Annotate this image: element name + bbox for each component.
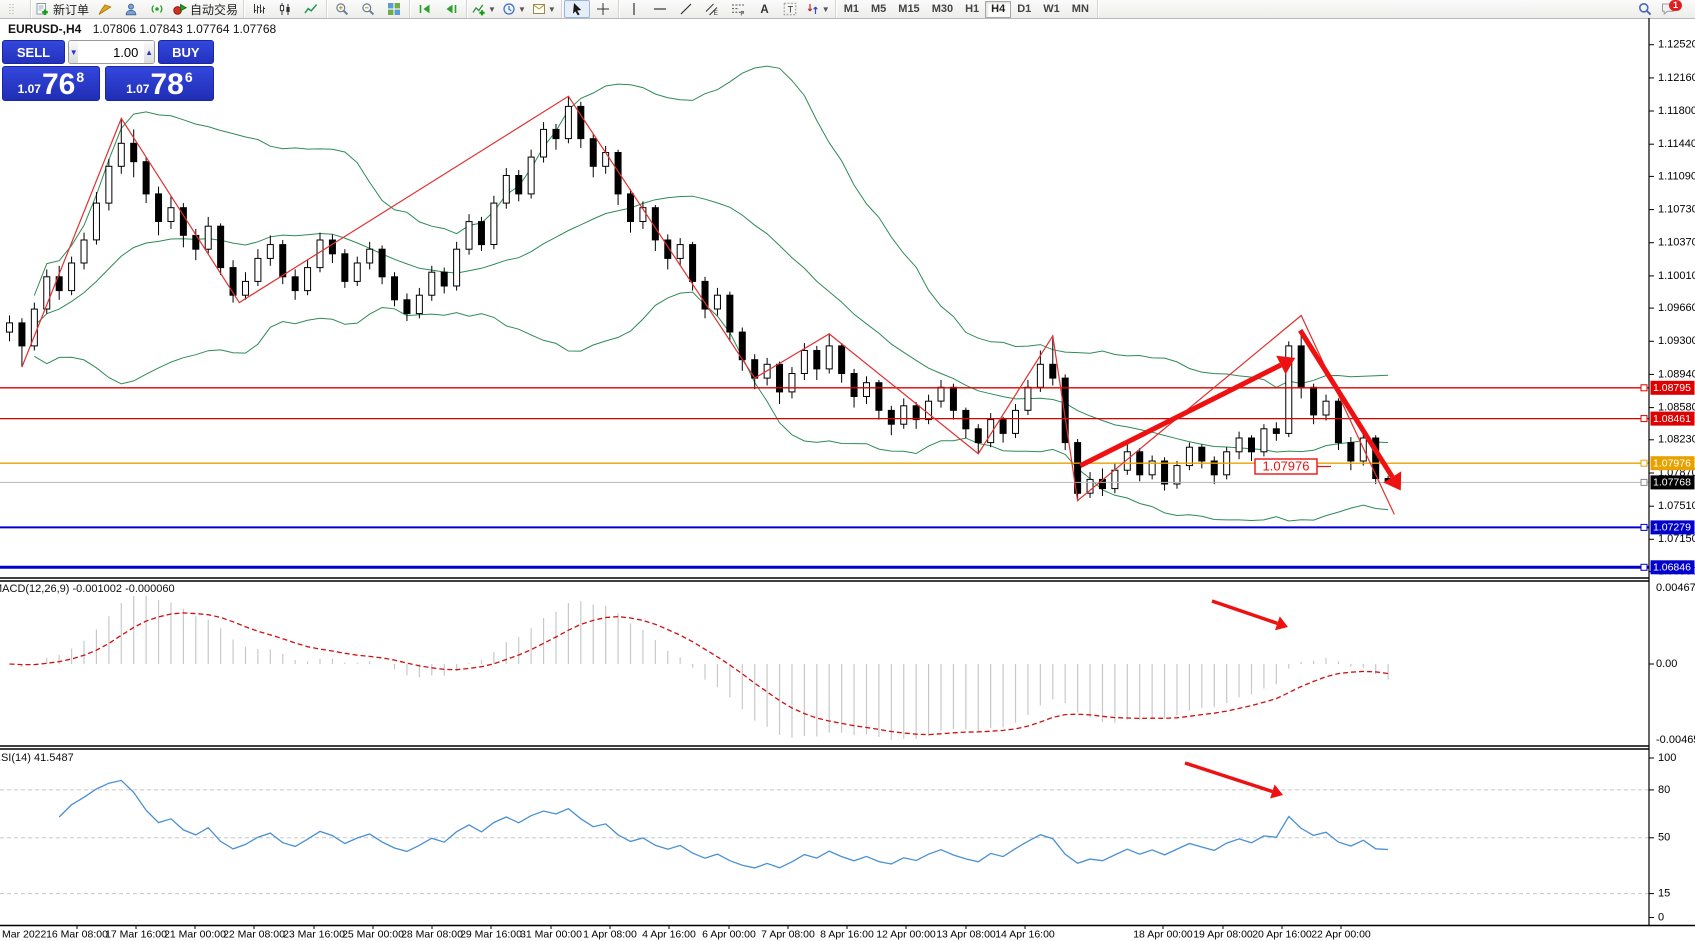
bid-sup: 8	[76, 69, 84, 85]
svg-text:1.08795: 1.08795	[1653, 382, 1691, 394]
svg-text:1.09660: 1.09660	[1658, 302, 1695, 314]
ask-price[interactable]: 1.07786	[105, 66, 214, 101]
svg-text:18 Apr 00:00: 18 Apr 00:00	[1133, 928, 1193, 940]
ask-prefix: 1.07	[126, 82, 149, 96]
svg-text:1.07150: 1.07150	[1658, 533, 1695, 545]
bid-big: 76	[42, 71, 75, 99]
volume-decrease-button[interactable]: ▼	[69, 41, 78, 63]
svg-text:28 Mar 08:00: 28 Mar 08:00	[401, 928, 463, 940]
svg-text:7 Apr 08:00: 7 Apr 08:00	[761, 928, 815, 940]
svg-text:20 Apr 16:00: 20 Apr 16:00	[1252, 928, 1312, 940]
volume-input[interactable]	[78, 41, 144, 63]
svg-text:15: 15	[1658, 887, 1670, 899]
svg-text:1.12160: 1.12160	[1658, 72, 1695, 84]
svg-text:31 Mar 00:00: 31 Mar 00:00	[520, 928, 582, 940]
sell-button[interactable]: SELL	[2, 40, 65, 64]
svg-text:-0.004657: -0.004657	[1656, 734, 1695, 746]
svg-text:22 Mar 08:00: 22 Mar 08:00	[223, 928, 285, 940]
chart-title: EURUSD-,H4 1.07806 1.07843 1.07764 1.077…	[8, 22, 276, 36]
svg-text:1.11440: 1.11440	[1658, 138, 1695, 150]
svg-text:8 Apr 16:00: 8 Apr 16:00	[820, 928, 874, 940]
svg-text:16 Mar 08:00: 16 Mar 08:00	[46, 928, 108, 940]
svg-text:0.00: 0.00	[1656, 658, 1677, 670]
svg-text:13 Apr 08:00: 13 Apr 08:00	[936, 928, 996, 940]
svg-text:0.004678: 0.004678	[1656, 582, 1695, 594]
svg-text:1.07279: 1.07279	[1653, 522, 1691, 534]
ohlc-values: 1.07806 1.07843 1.07764 1.07768	[93, 22, 277, 36]
svg-text:0: 0	[1658, 911, 1664, 923]
svg-text:1.09300: 1.09300	[1658, 335, 1695, 347]
svg-text:14 Apr 16:00: 14 Apr 16:00	[995, 928, 1055, 940]
svg-text:1.11800: 1.11800	[1658, 105, 1695, 117]
macd-label: MACD(12,26,9) -0.001002 -0.000060	[0, 583, 175, 595]
symbol-period-label: EURUSD-,H4	[8, 22, 81, 36]
svg-text:1.12520: 1.12520	[1658, 39, 1695, 51]
svg-text:50: 50	[1658, 832, 1670, 844]
svg-text:4 Apr 16:00: 4 Apr 16:00	[642, 928, 696, 940]
svg-text:22 Apr 00:00: 22 Apr 00:00	[1311, 928, 1371, 940]
svg-text:1.10370: 1.10370	[1658, 237, 1695, 249]
svg-text:1.06846: 1.06846	[1653, 562, 1691, 574]
bid-prefix: 1.07	[18, 82, 41, 96]
svg-text:1.07976: 1.07976	[1653, 458, 1691, 470]
svg-text:17 Mar 16:00: 17 Mar 16:00	[105, 928, 167, 940]
svg-text:1.10010: 1.10010	[1658, 270, 1695, 282]
rsi-label: RSI(14) 41.5487	[0, 752, 74, 764]
volume-increase-button[interactable]: ▲	[144, 41, 153, 63]
svg-text:23 Mar 16:00: 23 Mar 16:00	[283, 928, 345, 940]
svg-text:6 Apr 00:00: 6 Apr 00:00	[702, 928, 756, 940]
svg-text:100: 100	[1658, 752, 1676, 764]
one-click-trading-panel: SELL ▼ ▲ BUY 1.07768 1.07786	[2, 40, 214, 103]
svg-text:1 Apr 08:00: 1 Apr 08:00	[583, 928, 637, 940]
svg-text:29 Mar 16:00: 29 Mar 16:00	[460, 928, 522, 940]
volume-stepper: ▼ ▲	[68, 40, 155, 64]
svg-text:1.08461: 1.08461	[1653, 413, 1691, 425]
chart-canvas[interactable]: 1.07976 1.12520 1.12160 1.11800 1.11440 1.110…	[0, 0, 1695, 941]
mt4-terminal: { "toolbar": { "left_groups": [ {"items"…	[0, 0, 1695, 941]
svg-text:80: 80	[1658, 784, 1670, 796]
svg-text:1.11090: 1.11090	[1658, 170, 1695, 182]
ask-sup: 6	[185, 69, 193, 85]
svg-text:21 Mar 00:00: 21 Mar 00:00	[164, 928, 226, 940]
svg-text:19 Apr 08:00: 19 Apr 08:00	[1193, 928, 1253, 940]
svg-text:1.07768: 1.07768	[1653, 477, 1691, 489]
bid-price[interactable]: 1.07768	[2, 66, 100, 101]
svg-text:1.10730: 1.10730	[1658, 203, 1695, 215]
svg-text:1.08230: 1.08230	[1658, 434, 1695, 446]
ask-big: 78	[150, 71, 183, 99]
svg-text:Mar 2022: Mar 2022	[2, 928, 47, 940]
svg-text:1.07510: 1.07510	[1658, 500, 1695, 512]
svg-text:25 Mar 00:00: 25 Mar 00:00	[342, 928, 404, 940]
svg-text:1.08940: 1.08940	[1658, 368, 1695, 380]
svg-text:1.07976: 1.07976	[1263, 458, 1310, 473]
buy-button[interactable]: BUY	[158, 40, 214, 64]
svg-text:12 Apr 00:00: 12 Apr 00:00	[876, 928, 936, 940]
